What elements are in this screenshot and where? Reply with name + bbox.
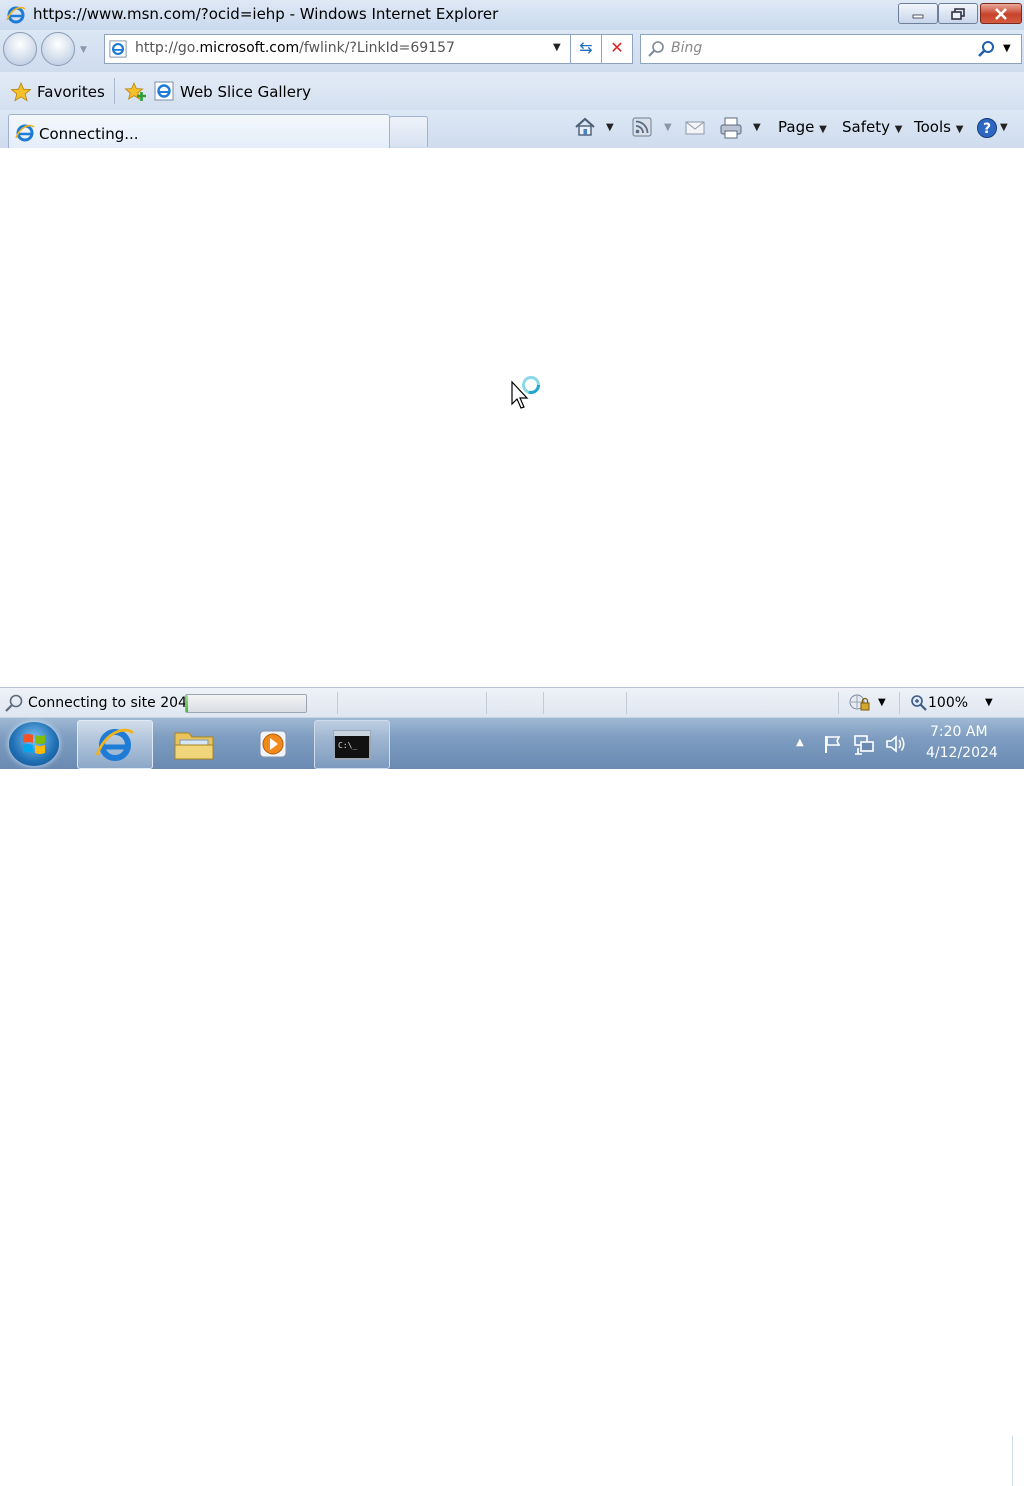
web-slice-gallery-link[interactable]: Web Slice Gallery [180, 83, 311, 101]
home-dropdown-icon[interactable]: ▼ [606, 122, 614, 133]
stop-button[interactable]: ✕ [601, 34, 633, 64]
forward-button[interactable] [41, 32, 75, 66]
search-box[interactable]: ▼ [640, 34, 1022, 64]
internet-explorer-icon [6, 5, 26, 29]
read-mail-icon[interactable] [685, 120, 705, 140]
folder-icon [174, 732, 214, 759]
zoom-level[interactable]: 100% [928, 695, 968, 711]
add-to-favorites-bar-icon[interactable] [123, 81, 147, 107]
taskbar-media-player[interactable] [235, 720, 309, 767]
action-center-flag-icon[interactable] [822, 734, 844, 758]
zoom-dropdown-icon[interactable]: ▼ [985, 697, 993, 708]
status-text: Connecting to site 204 [28, 695, 187, 711]
zoom-icon[interactable] [910, 694, 928, 716]
status-separator [626, 692, 627, 714]
search-options-dropdown-icon[interactable]: ▼ [1003, 43, 1011, 54]
page-menu[interactable]: Page ▼ [778, 118, 827, 136]
favorites-button[interactable]: Favorites [37, 83, 105, 101]
busy-cursor-icon [510, 374, 550, 416]
favorites-separator [114, 78, 115, 104]
start-button[interactable] [9, 722, 59, 766]
clock-date[interactable]: 4/12/2024 [926, 745, 998, 761]
network-icon[interactable] [852, 734, 876, 760]
tools-menu[interactable]: Tools ▼ [914, 118, 963, 136]
show-hidden-icons-icon[interactable]: ▲ [796, 737, 804, 748]
search-icon[interactable] [977, 40, 995, 62]
search-provider-icon [647, 40, 665, 62]
window-title: https://www.msn.com/?ocid=iehp - Windows… [33, 5, 499, 23]
print-dropdown-icon[interactable]: ▼ [753, 122, 761, 133]
search-input[interactable] [671, 35, 971, 61]
status-bar: Connecting to site 204 ▼ 100% ▼ [0, 687, 1024, 718]
taskbar-command-prompt[interactable]: C:\_ [314, 720, 390, 769]
status-separator [838, 692, 839, 714]
refresh-button[interactable]: ⇆ [570, 34, 602, 64]
web-slice-page-icon [154, 81, 174, 105]
page-content[interactable] [0, 148, 1024, 686]
back-button[interactable] [3, 32, 37, 66]
status-separator [337, 692, 338, 714]
navigation-bar: ▼ http://go.microsoft.com/fwlink/?LinkId… [0, 30, 1024, 72]
progress-fill [186, 695, 189, 712]
tab-label: Connecting... [39, 125, 139, 143]
help-icon[interactable]: ? [976, 117, 998, 143]
tab-connecting[interactable]: Connecting... [8, 114, 390, 149]
stop-icon: ✕ [610, 38, 624, 57]
command-prompt-icon: C:\_ [333, 729, 371, 760]
address-text[interactable]: http://go.microsoft.com/fwlink/?LinkId=6… [135, 40, 455, 56]
internet-explorer-icon [95, 728, 134, 761]
windows-logo-icon [23, 734, 45, 754]
internet-explorer-icon [15, 123, 35, 147]
safety-menu[interactable]: Safety ▼ [842, 118, 902, 136]
volume-icon[interactable] [884, 734, 908, 758]
taskbar-windows-explorer[interactable] [157, 720, 231, 767]
recent-pages-dropdown-icon[interactable]: ▼ [80, 45, 87, 55]
close-button[interactable] [980, 3, 1022, 24]
media-player-icon [259, 730, 287, 757]
refresh-icon: ⇆ [579, 38, 593, 57]
home-icon[interactable] [574, 117, 596, 141]
status-search-icon [4, 693, 24, 717]
print-icon[interactable] [719, 117, 743, 143]
page-icon [109, 40, 127, 62]
show-desktop-button[interactable] [1012, 1436, 1024, 1486]
address-dropdown-icon[interactable]: ▼ [553, 42, 561, 53]
favorites-star-icon[interactable] [10, 81, 32, 106]
status-separator [899, 692, 900, 714]
progress-bar [185, 694, 307, 713]
security-zone-dropdown-icon[interactable]: ▼ [878, 697, 886, 708]
svg-text:?: ? [983, 121, 991, 137]
address-bar[interactable]: http://go.microsoft.com/fwlink/?LinkId=6… [104, 34, 571, 64]
minimize-button[interactable] [898, 3, 938, 24]
feeds-icon[interactable] [632, 117, 652, 141]
feeds-dropdown-icon[interactable]: ▼ [664, 122, 672, 133]
favorites-bar: Favorites Web Slice Gallery [0, 72, 1024, 110]
taskbar-internet-explorer[interactable] [77, 720, 153, 769]
status-separator [486, 692, 487, 714]
help-dropdown-icon[interactable]: ▼ [1000, 122, 1008, 133]
restore-button[interactable] [938, 3, 978, 24]
svg-text:C:\_: C:\_ [338, 741, 357, 750]
title-bar[interactable]: https://www.msn.com/?ocid=iehp - Windows… [0, 0, 1024, 31]
status-separator [543, 692, 544, 714]
new-tab-button[interactable] [389, 116, 428, 147]
clock-time[interactable]: 7:20 AM [930, 724, 988, 740]
security-zone-icon[interactable] [848, 693, 872, 717]
